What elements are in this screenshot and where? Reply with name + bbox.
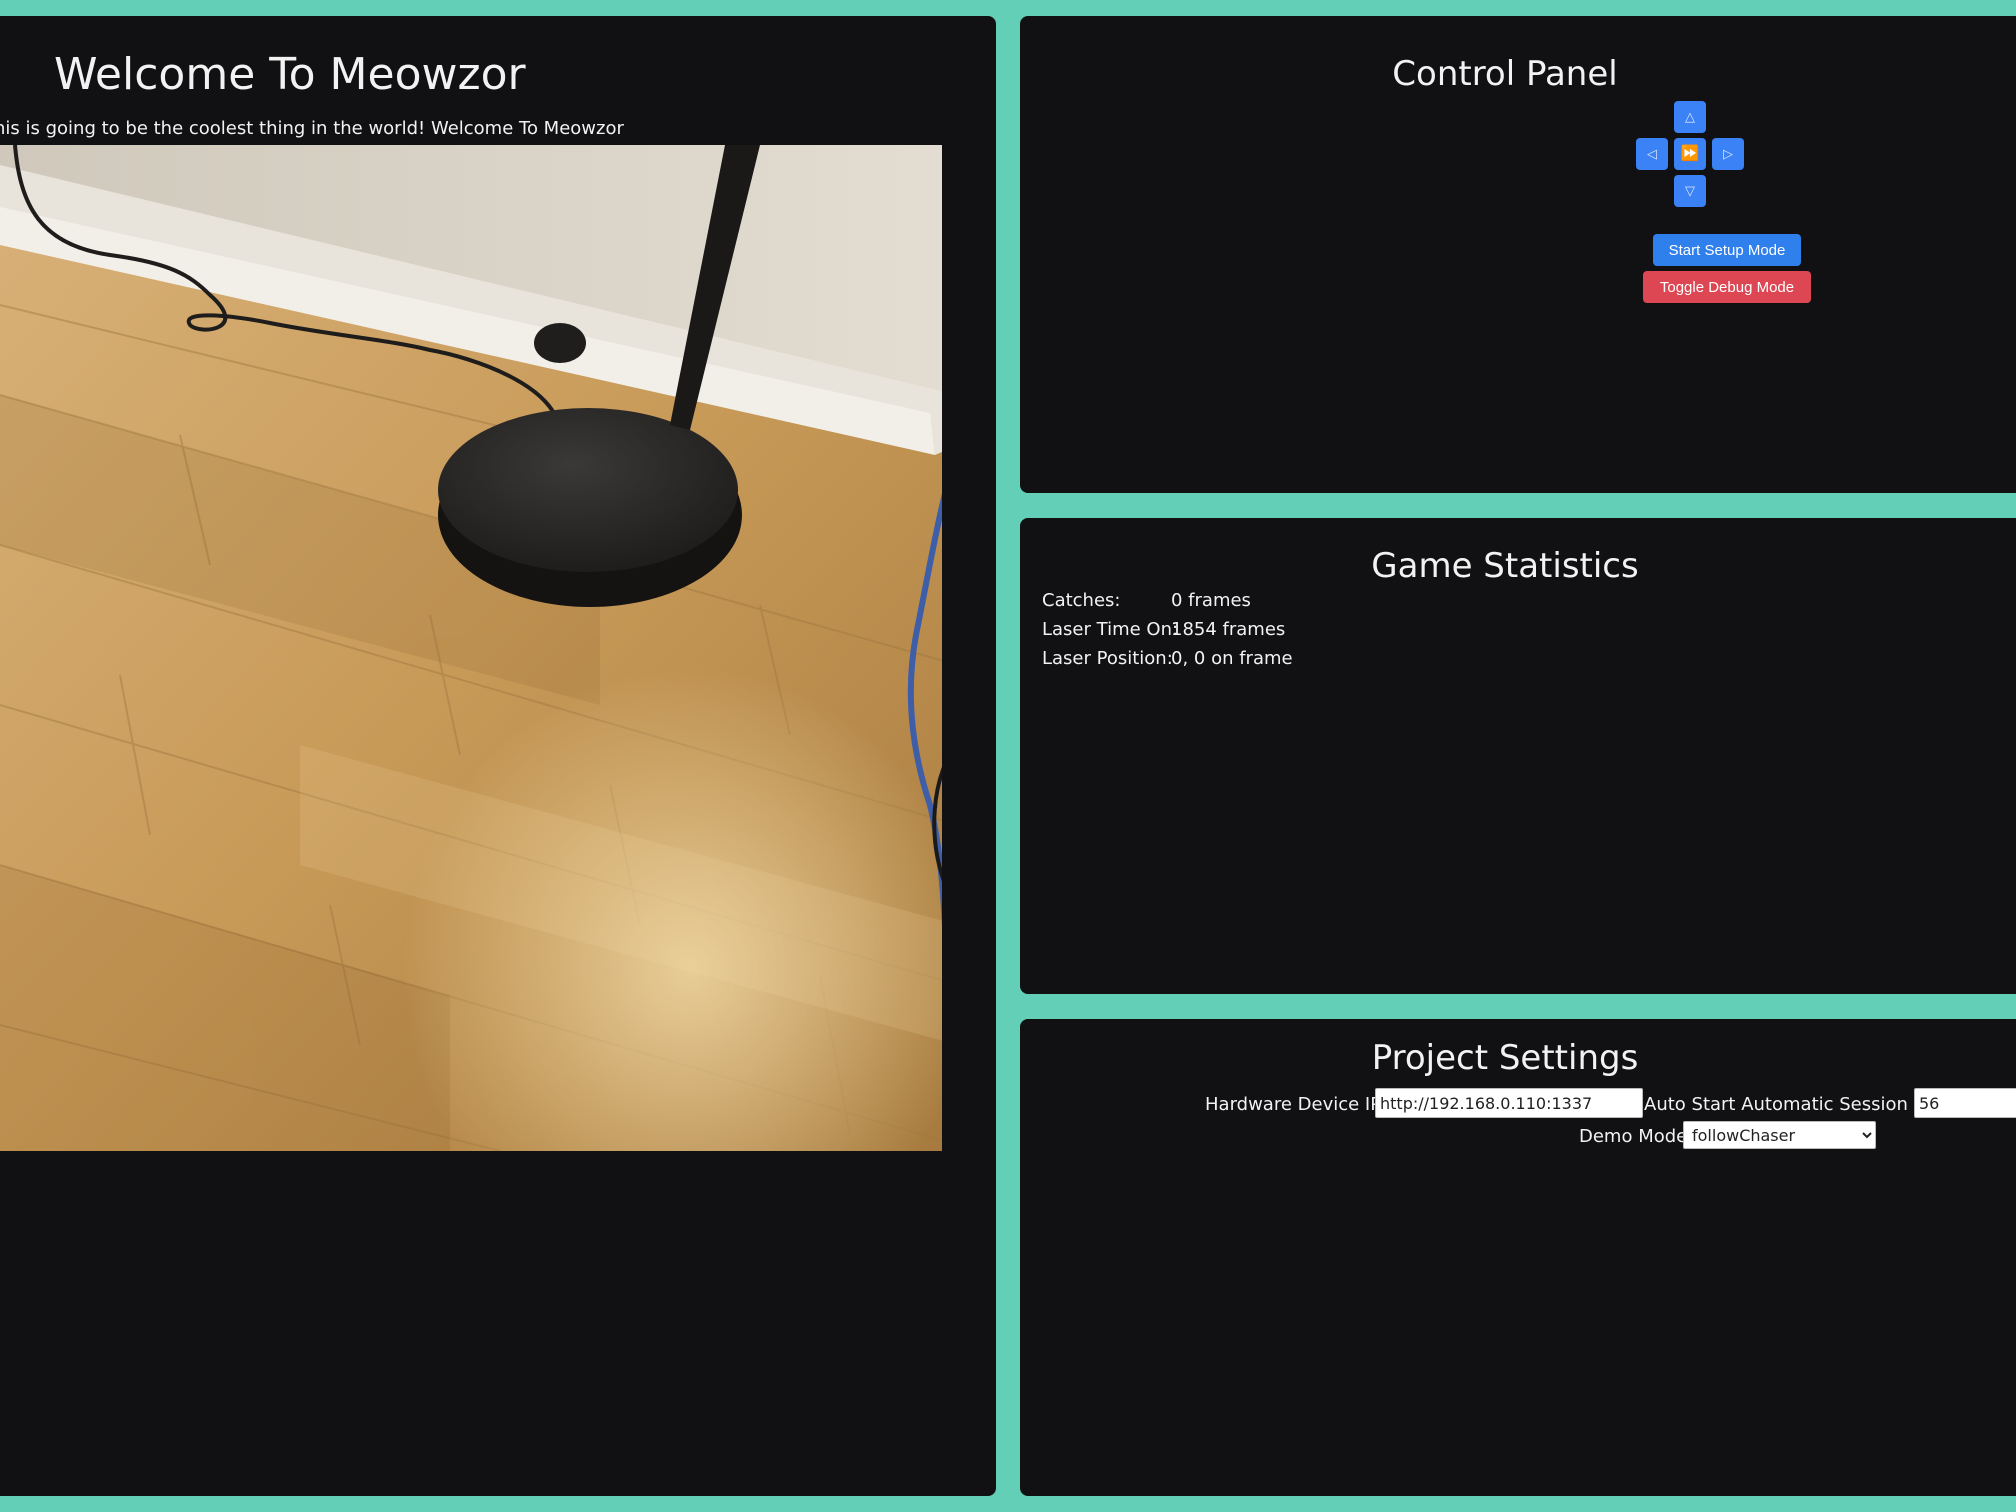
arrow-up-icon: △ — [1685, 109, 1695, 124]
project-settings-title: Project Settings — [1371, 1038, 1639, 1078]
stat-catches: Catches: 0 frames — [1042, 586, 1293, 615]
arrow-right-icon: ▷ — [1723, 146, 1733, 161]
stat-label: Laser Position: — [1042, 648, 1173, 669]
move-down-button[interactable]: ▽ — [1674, 175, 1706, 207]
game-statistics-panel: Game Statistics Catches: 0 frames Laser T… — [1020, 518, 2016, 994]
page-title: Welcome To Meowzor — [54, 49, 526, 100]
auto-start-label: Auto Start Automatic Session in: — [1644, 1094, 1937, 1115]
camera-feed-image — [0, 145, 958, 1151]
hardware-ip-label: Hardware Device IP: — [1205, 1094, 1388, 1115]
center-button[interactable]: ⏩ — [1674, 138, 1706, 170]
project-settings-panel: Project Settings Hardware Device IP: Aut… — [1020, 1019, 2016, 1496]
move-right-button[interactable]: ▷ — [1712, 138, 1744, 170]
stat-value: 0, 0 on frame — [1171, 648, 1293, 669]
stat-laser-time-on: Laser Time On:1854 frames — [1042, 615, 1293, 644]
start-setup-mode-button[interactable]: Start Setup Mode — [1653, 234, 1801, 266]
move-up-button[interactable]: △ — [1674, 101, 1706, 133]
stat-value: 0 frames — [1171, 590, 1251, 611]
stat-laser-position: Laser Position:0, 0 on frame — [1042, 644, 1293, 673]
arrow-down-icon: ▽ — [1685, 183, 1695, 198]
stats-list: Catches: 0 frames Laser Time On:1854 fram… — [1042, 586, 1293, 673]
camera-panel: Welcome To Meowzor his is going to be th… — [0, 16, 996, 1496]
page-subtitle: his is going to be the coolest thing in … — [0, 118, 624, 139]
control-panel: Control Panel △ ◁ ⏩ ▷ ▽ Start Setup Mode… — [1020, 16, 2016, 493]
camera-feed[interactable] — [0, 145, 958, 1151]
stat-label: Catches: — [1042, 590, 1121, 611]
demo-mode-label: Demo Mode — [1579, 1126, 1688, 1147]
move-left-button[interactable]: ◁ — [1636, 138, 1668, 170]
hardware-ip-input[interactable] — [1375, 1088, 1643, 1118]
game-statistics-title: Game Statistics — [1371, 546, 1639, 586]
stat-label: Laser Time On: — [1042, 619, 1179, 640]
toggle-debug-mode-button[interactable]: Toggle Debug Mode — [1643, 271, 1811, 303]
arrow-left-icon: ◁ — [1647, 146, 1657, 161]
demo-mode-select[interactable]: followChaser — [1683, 1121, 1876, 1149]
control-panel-title: Control Panel — [1392, 54, 1618, 94]
stat-value: 1854 frames — [1171, 619, 1286, 640]
fast-forward-icon: ⏩ — [1680, 145, 1700, 162]
auto-start-input[interactable] — [1914, 1088, 2016, 1118]
